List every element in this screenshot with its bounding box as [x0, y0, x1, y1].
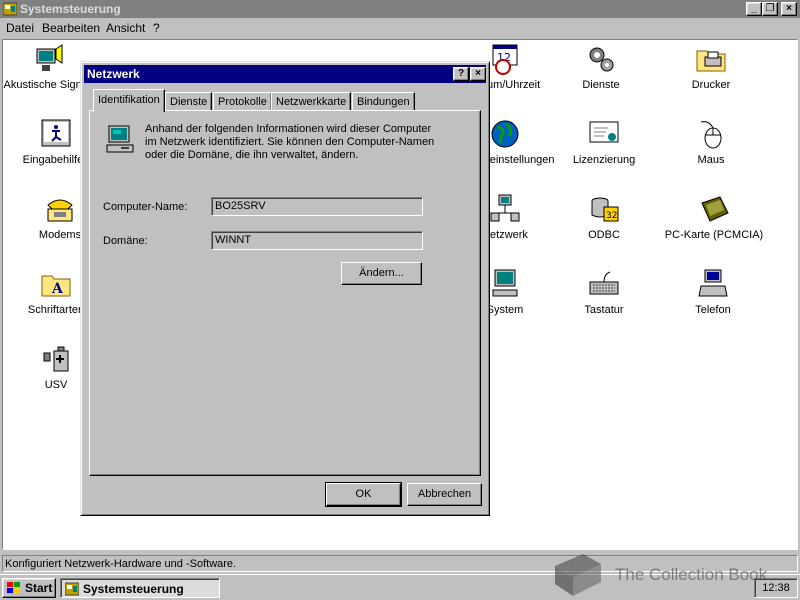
ok-button[interactable]: OK: [325, 482, 402, 507]
main-title: Systemsteuerung: [20, 2, 121, 16]
start-button[interactable]: Start: [2, 578, 56, 598]
restore-button[interactable]: ❐: [762, 2, 778, 16]
calendar-clock-icon: 12: [492, 44, 518, 75]
book-icon: [555, 554, 601, 596]
keyboard-icon: [589, 271, 619, 295]
gears-icon: [589, 47, 614, 72]
taskbar-item-label: Systemsteuerung: [83, 582, 184, 596]
label-tastatur: Tastatur: [584, 304, 624, 316]
identification-panel: [89, 110, 481, 476]
computer-name-field: BO25SRV: [211, 197, 423, 216]
dialog-close-button[interactable]: ×: [470, 67, 486, 81]
start-label: Start: [25, 581, 53, 595]
icon-dienste[interactable]: Dienste: [541, 43, 661, 91]
phone-modem-icon: [47, 199, 73, 222]
computer-icon: [106, 125, 134, 153]
svg-text:32: 32: [606, 211, 617, 221]
domain-label: Domäne:: [103, 235, 148, 247]
icon-maus[interactable]: Maus: [651, 118, 771, 166]
watermark: The Collection Book: [545, 550, 795, 600]
printer-folder-icon: [696, 50, 726, 72]
cancel-button[interactable]: Abbrechen: [407, 483, 482, 506]
dialog-help-button[interactable]: ?: [453, 67, 469, 81]
label-pc-karte: PC-Karte (PCMCIA): [664, 229, 764, 241]
dialog-title: Netzwerk: [87, 67, 140, 81]
pc-card-icon: [701, 196, 729, 222]
network-dialog: Netzwerk ? × Identifikation Dienste Prot…: [80, 61, 490, 516]
tab-bindungen[interactable]: Bindungen: [352, 92, 415, 111]
menu-datei[interactable]: Datei: [6, 21, 34, 35]
label-dienste: Dienste: [582, 79, 620, 91]
main-titlebar[interactable]: Systemsteuerung _ ❐ ×: [0, 0, 800, 18]
database-icon: 32: [591, 197, 619, 222]
telephony-icon: [698, 269, 728, 297]
domain-field: WINNT: [211, 231, 423, 250]
icon-lizenzierung[interactable]: Lizenzierung: [544, 118, 664, 166]
windows-logo-icon: [7, 582, 20, 593]
tab-netzwerkkarte[interactable]: Netzwerkkarte: [271, 92, 352, 111]
tab-protokolle[interactable]: Protokolle: [213, 92, 272, 111]
fonts-folder-icon: A: [41, 275, 71, 297]
accessibility-icon: [41, 119, 71, 147]
network-icon: [490, 194, 520, 222]
icon-telefon[interactable]: Telefon: [653, 268, 773, 316]
taskbar-item-systemsteuerung[interactable]: Systemsteuerung: [60, 578, 220, 598]
label-drucker: Drucker: [691, 79, 731, 91]
certificate-icon: [589, 121, 619, 143]
label-lizenzierung: Lizenzierung: [572, 154, 636, 166]
icon-tastatur[interactable]: Tastatur: [544, 268, 664, 316]
dialog-titlebar[interactable]: Netzwerk ? ×: [84, 65, 486, 83]
watermark-text: The Collection Book: [615, 565, 768, 584]
svg-text:A: A: [51, 281, 64, 297]
menu-bearbeiten[interactable]: Bearbeiten: [42, 21, 100, 35]
minimize-button[interactable]: _: [746, 2, 762, 16]
close-button[interactable]: ×: [781, 2, 797, 16]
computer-name-label: Computer-Name:: [103, 201, 188, 213]
icon-drucker[interactable]: Drucker: [651, 43, 771, 91]
globe-icon: [491, 120, 519, 148]
control-panel-icon: [3, 2, 17, 16]
label-telefon: Telefon: [695, 304, 731, 316]
info-text: Anhand der folgenden Informationen wird …: [145, 123, 435, 161]
control-panel-icon: [65, 582, 79, 596]
mouse-icon: [700, 121, 722, 149]
label-odbc: ODBC: [588, 229, 620, 241]
label-maus: Maus: [697, 154, 725, 166]
icon-pc-karte[interactable]: PC-Karte (PCMCIA): [654, 193, 774, 241]
computer-icon: [492, 269, 518, 297]
speaker-icon: [36, 44, 63, 71]
menu-help[interactable]: ?: [153, 21, 160, 35]
ups-battery-icon: [43, 346, 69, 372]
icon-odbc[interactable]: 32 ODBC: [544, 193, 664, 241]
menu-bar: Datei Bearbeiten Ansicht ?: [0, 19, 800, 37]
tab-dienste[interactable]: Dienste: [165, 92, 213, 111]
change-button[interactable]: Ändern...: [341, 262, 422, 285]
tab-identifikation[interactable]: Identifikation: [93, 89, 165, 112]
menu-ansicht[interactable]: Ansicht: [106, 21, 145, 35]
